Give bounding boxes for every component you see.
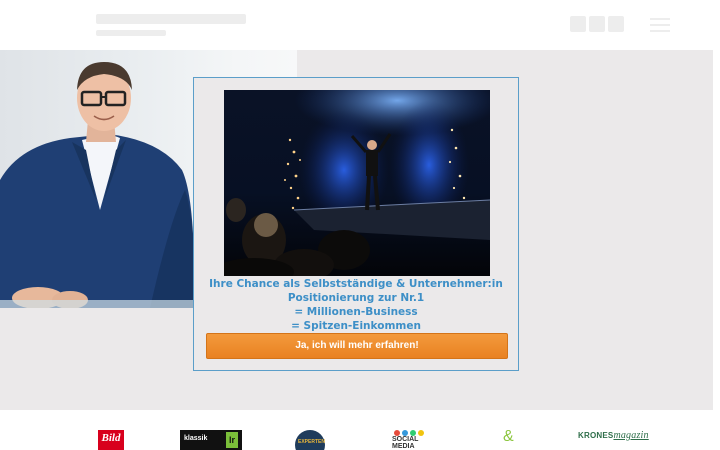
promo-line: = Millionen-Business <box>294 306 418 318</box>
krones-magazin-logo: KRONESmagazin <box>578 430 649 441</box>
social-icons[interactable] <box>570 16 624 32</box>
experten-logo-text: EXPERTEN <box>298 439 325 445</box>
press-logos-bar: Bild klassik lr EXPERTEN SOCIAL MEDIA & … <box>0 410 720 450</box>
klassik-logo-text: klassik <box>184 435 208 442</box>
social-media-logo-text: SOCIAL MEDIA <box>392 436 419 450</box>
magazin-logo-text: magazin <box>613 430 649 441</box>
social-media-logo: SOCIAL MEDIA <box>390 430 430 450</box>
promo-line: Ihre Chance als Selbstständige & Unterne… <box>209 278 503 290</box>
krones-logo-text: KRONES <box>578 431 614 440</box>
klassik-radio-logo: klassik lr <box>180 430 242 450</box>
bild-logo: Bild <box>98 430 124 450</box>
stage-photo <box>224 90 490 276</box>
klassik-logo-mark: lr <box>226 432 238 448</box>
social-icon[interactable] <box>608 16 624 32</box>
experten-logo: EXPERTEN <box>295 430 325 450</box>
portrait-photo <box>0 50 200 308</box>
promo-popup: Ihre Chance als Selbstständige & Unterne… <box>193 77 519 371</box>
menu-icon[interactable] <box>650 18 670 32</box>
promo-line: Positionierung zur Nr.1 <box>287 292 425 304</box>
social-icon[interactable] <box>589 16 605 32</box>
page-edge <box>713 50 720 410</box>
social-icon[interactable] <box>570 16 586 32</box>
cta-button[interactable]: Ja, ich will mehr erfahren! <box>206 333 508 359</box>
ampersand-logo-icon: & <box>503 428 514 445</box>
site-logo[interactable] <box>96 12 256 40</box>
promo-line: = Spitzen-Einkommen <box>291 320 421 332</box>
site-header <box>0 0 720 50</box>
promo-headline: Ihre Chance als Selbstständige & Unterne… <box>194 277 518 333</box>
